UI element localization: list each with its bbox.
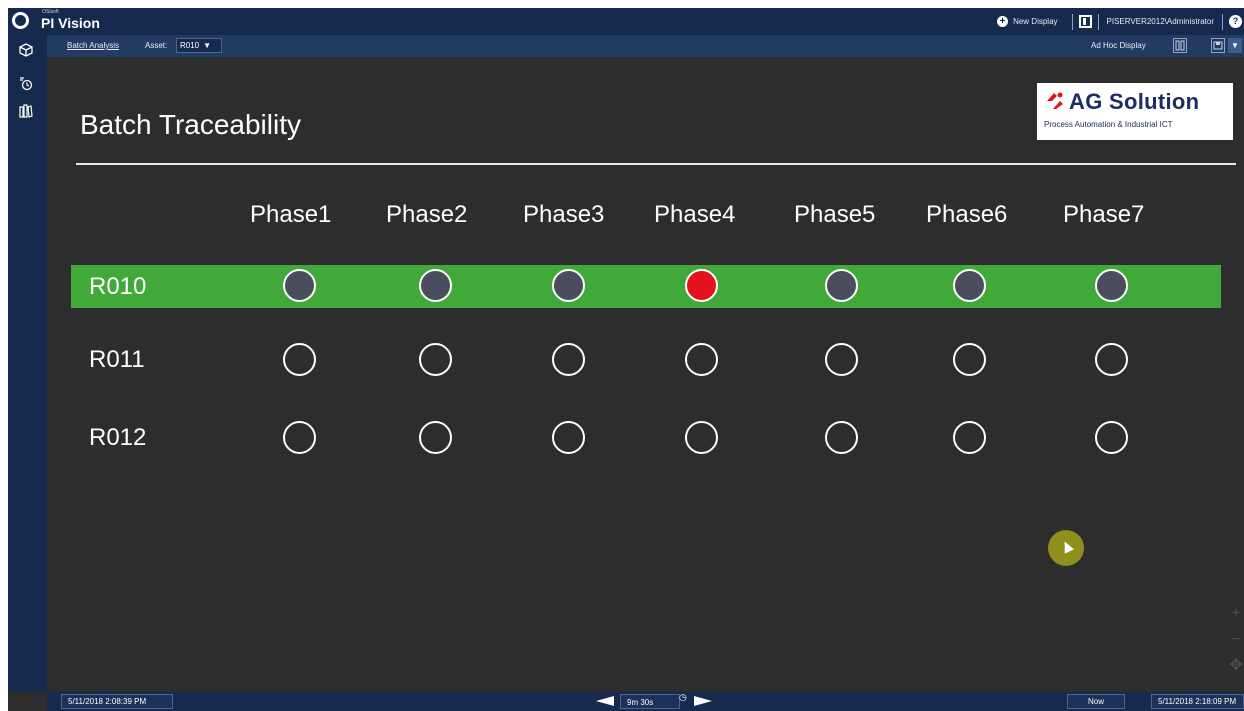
- ag-solution-logo: AG Solution Process Automation & Industr…: [1037, 83, 1233, 140]
- display-canvas: Batch Traceability AG Solution Process A…: [47, 57, 1244, 692]
- display-info-icon[interactable]: [1078, 15, 1092, 28]
- phase-header: Phase2: [386, 201, 468, 228]
- phase-status-dot[interactable]: [552, 343, 585, 376]
- app-title[interactable]: PI Vision: [41, 15, 100, 31]
- phase-status-dot[interactable]: [825, 421, 858, 454]
- pi-vision-app: OSIsoft PI Vision + New Display PISERVER…: [8, 8, 1244, 711]
- time-back-arrow-icon[interactable]: [596, 696, 614, 706]
- phase-status-dot[interactable]: [1095, 343, 1128, 376]
- phase-header: Phase1: [250, 201, 332, 228]
- divider: [1222, 13, 1223, 30]
- phase-status-dot[interactable]: [419, 343, 452, 376]
- phase-header: Phase5: [794, 201, 876, 228]
- phase-status-dot[interactable]: [953, 343, 986, 376]
- phase-status-dot[interactable]: [419, 421, 452, 454]
- pi-vision-logo-icon[interactable]: [12, 12, 29, 29]
- save-icon[interactable]: [1211, 38, 1225, 53]
- phase-status-dot[interactable]: [1095, 269, 1128, 302]
- mouse-cursor-highlight: [1048, 530, 1084, 566]
- phase-status-dot[interactable]: [283, 269, 316, 302]
- new-display-label: New Display: [1013, 17, 1058, 26]
- asset-dropdown[interactable]: R010 ▼: [176, 38, 222, 53]
- phase-status-dot[interactable]: [825, 269, 858, 302]
- logo-name: AG Solution: [1069, 89, 1200, 114]
- asset-label: Asset:: [145, 41, 168, 50]
- phase-status-dot[interactable]: [552, 269, 585, 302]
- divider: [1097, 13, 1099, 30]
- display-toolbar: Batch Analysis Asset: R010 ▼ Ad Hoc Displ…: [47, 35, 1244, 57]
- duration-field[interactable]: 9m 30s: [620, 694, 680, 709]
- asset-cube-icon[interactable]: [18, 43, 34, 59]
- phase-status-dot[interactable]: [552, 421, 585, 454]
- time-bar: 5/11/2018 2:08:39 PM 9m 30s ◷ Now 5/11/2…: [47, 692, 1244, 711]
- start-time-field[interactable]: 5/11/2018 2:08:39 PM: [61, 694, 173, 709]
- phase-status-dot[interactable]: [685, 421, 718, 454]
- logo-subtitle: Process Automation & Industrial ICT: [1044, 120, 1173, 129]
- chevron-down-icon: ▼: [203, 41, 212, 50]
- selected-row-highlight[interactable]: [71, 265, 1221, 308]
- user-menu[interactable]: PISERVER2012\Administrator: [1105, 17, 1216, 26]
- help-icon[interactable]: ?: [1229, 15, 1242, 28]
- phase-header: Phase3: [523, 201, 605, 228]
- left-sidebar: [8, 35, 47, 692]
- cursor-arrow-icon: [1060, 539, 1074, 554]
- row-label-r010[interactable]: R010: [89, 273, 146, 301]
- plus-icon: +: [997, 16, 1009, 27]
- title-divider: [76, 163, 1236, 165]
- asset-value: R010: [180, 41, 200, 50]
- display-columns-icon[interactable]: [1173, 38, 1187, 53]
- phase-status-dot[interactable]: [825, 343, 858, 376]
- clock-icon[interactable]: ◷: [679, 692, 687, 703]
- phase-status-dot[interactable]: [419, 269, 452, 302]
- divider: [1071, 13, 1073, 30]
- ad-hoc-display-link[interactable]: Ad Hoc Display: [1091, 41, 1146, 50]
- now-button[interactable]: Now: [1067, 694, 1125, 709]
- phase-header: Phase7: [1063, 201, 1145, 228]
- library-icon[interactable]: [18, 104, 34, 120]
- phase-status-dot[interactable]: [685, 269, 718, 302]
- time-forward-arrow-icon[interactable]: [694, 696, 712, 706]
- ag-solution-mark-icon: [1047, 92, 1063, 109]
- events-icon[interactable]: [18, 77, 34, 93]
- phase-status-dot[interactable]: [685, 343, 718, 376]
- breadcrumb-batch-analysis[interactable]: Batch Analysis: [67, 41, 119, 50]
- phase-status-dot[interactable]: [953, 269, 986, 302]
- page-title: Batch Traceability: [80, 109, 301, 140]
- phase-header: Phase4: [654, 201, 736, 228]
- row-label-r011[interactable]: R011: [89, 346, 145, 374]
- phase-status-dot[interactable]: [1095, 421, 1128, 454]
- phase-status-dot[interactable]: [283, 343, 316, 376]
- title-bar-actions: + New Display PISERVER2012\Administrator…: [989, 8, 1244, 35]
- zoom-fit-icon[interactable]: ✥: [1229, 655, 1243, 675]
- phase-status-dot[interactable]: [953, 421, 986, 454]
- save-options-dropdown[interactable]: ▼: [1228, 38, 1242, 53]
- title-bar: OSIsoft PI Vision + New Display PISERVER…: [8, 8, 1244, 35]
- end-time-field[interactable]: 5/11/2018 2:18:09 PM: [1151, 694, 1244, 709]
- phase-header: Phase6: [926, 201, 1008, 228]
- zoom-out-icon[interactable]: −: [1229, 631, 1243, 649]
- new-display-button[interactable]: + New Display: [989, 16, 1065, 27]
- row-label-r012[interactable]: R012: [89, 424, 146, 452]
- zoom-in-icon[interactable]: +: [1229, 605, 1243, 623]
- phase-status-dot[interactable]: [283, 421, 316, 454]
